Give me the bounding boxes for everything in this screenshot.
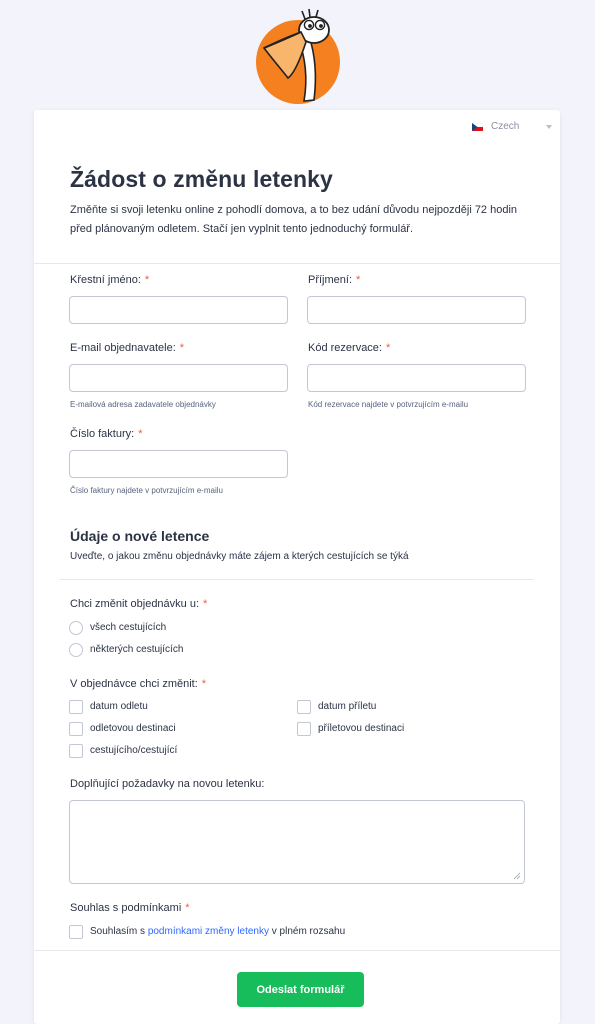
radio-option-some-passengers[interactable]: některých cestujících bbox=[69, 643, 269, 659]
language-selector[interactable]: Czech bbox=[472, 120, 552, 134]
checkbox[interactable] bbox=[69, 722, 83, 736]
change-for-label: Chci změnit objednávku u: * bbox=[70, 598, 208, 610]
resize-grip-icon[interactable] bbox=[513, 872, 521, 880]
chevron-down-icon bbox=[546, 125, 552, 129]
radio-button[interactable] bbox=[69, 621, 83, 635]
invoice-number-sublabel: Číslo faktury najdete v potvrzujícím e-m… bbox=[70, 486, 223, 495]
required-asterisk: * bbox=[385, 342, 391, 354]
radio-option-label: některých cestujících bbox=[90, 644, 184, 655]
required-asterisk: * bbox=[138, 428, 143, 440]
czech-flag-icon bbox=[472, 123, 483, 131]
header-divider bbox=[34, 263, 560, 264]
email-label: E-mail objednavatele: * bbox=[70, 342, 185, 354]
additional-requests-textarea[interactable] bbox=[69, 800, 525, 884]
terms-checkbox[interactable] bbox=[69, 925, 83, 939]
terms-label: Souhlas s podmínkami * bbox=[70, 902, 190, 914]
form-title: Žádost o změnu letenky bbox=[70, 166, 333, 192]
email-sublabel: E-mailová adresa zadavatele objednávky bbox=[70, 400, 216, 409]
radio-option-label: všech cestujících bbox=[90, 622, 167, 633]
radio-option-all-passengers[interactable]: všech cestujících bbox=[69, 621, 269, 637]
booking-code-input[interactable] bbox=[307, 364, 526, 392]
checkbox-label: příletovou destinaci bbox=[318, 723, 405, 734]
checkbox-label: datum příletu bbox=[318, 701, 377, 712]
checkbox[interactable] bbox=[297, 700, 311, 714]
footer-divider bbox=[34, 950, 560, 951]
invoice-number-label: Číslo faktury: * bbox=[70, 428, 143, 440]
terms-text: Souhlasím s podmínkami změny letenky v p… bbox=[90, 926, 346, 937]
required-asterisk: * bbox=[201, 678, 207, 690]
last-name-label: Příjmení: * bbox=[308, 274, 361, 286]
required-asterisk: * bbox=[179, 342, 185, 354]
last-name-input[interactable] bbox=[307, 296, 526, 324]
checkbox-arrival-destination[interactable]: příletovou destinaci bbox=[297, 722, 497, 738]
section-divider bbox=[60, 579, 534, 580]
required-asterisk: * bbox=[144, 274, 150, 286]
checkbox-arrival-date[interactable]: datum příletu bbox=[297, 700, 497, 716]
checkbox-label: datum odletu bbox=[90, 701, 148, 712]
checkbox[interactable] bbox=[69, 700, 83, 714]
email-input[interactable] bbox=[69, 364, 288, 392]
checkbox-label: odletovou destinaci bbox=[90, 723, 176, 734]
booking-code-label: Kód rezervace: * bbox=[308, 342, 391, 354]
terms-link[interactable]: podmínkami změny letenky bbox=[148, 926, 269, 937]
terms-agreement-option[interactable]: Souhlasím s podmínkami změny letenky v p… bbox=[69, 925, 399, 941]
checkbox-label: cestujícího/cestující bbox=[90, 745, 178, 756]
section-description: Uveďte, o jakou změnu objednávky máte zá… bbox=[70, 551, 409, 562]
required-asterisk: * bbox=[356, 274, 361, 286]
checkbox-passenger[interactable]: cestujícího/cestující bbox=[69, 744, 269, 760]
additional-requests-label: Doplňující požadavky na novou letenku: bbox=[70, 778, 265, 790]
change-what-label: V objednávce chci změnit: * bbox=[70, 678, 207, 690]
required-asterisk: * bbox=[185, 902, 190, 914]
first-name-label: Křestní jméno: * bbox=[70, 274, 150, 286]
section-title: Údaje o nové letence bbox=[70, 528, 210, 544]
booking-code-sublabel: Kód rezervace najdete v potvrzujícím e-m… bbox=[308, 400, 469, 409]
language-label: Czech bbox=[491, 121, 520, 132]
checkbox[interactable] bbox=[69, 744, 83, 758]
first-name-input[interactable] bbox=[69, 296, 288, 324]
checkbox-departure-destination[interactable]: odletovou destinaci bbox=[69, 722, 269, 738]
required-asterisk: * bbox=[203, 598, 208, 610]
pelican-logo bbox=[252, 8, 344, 104]
submit-button[interactable]: Odeslat formulář bbox=[237, 972, 364, 1007]
radio-button[interactable] bbox=[69, 643, 83, 657]
invoice-number-input[interactable] bbox=[69, 450, 288, 478]
form-card: Czech Žádost o změnu letenky Změňte si s… bbox=[34, 110, 560, 1024]
checkbox-departure-date[interactable]: datum odletu bbox=[69, 700, 269, 716]
checkbox[interactable] bbox=[297, 722, 311, 736]
pelican-logo-icon bbox=[256, 8, 340, 104]
form-description: Změňte si svoji letenku online z pohodlí… bbox=[70, 204, 518, 235]
